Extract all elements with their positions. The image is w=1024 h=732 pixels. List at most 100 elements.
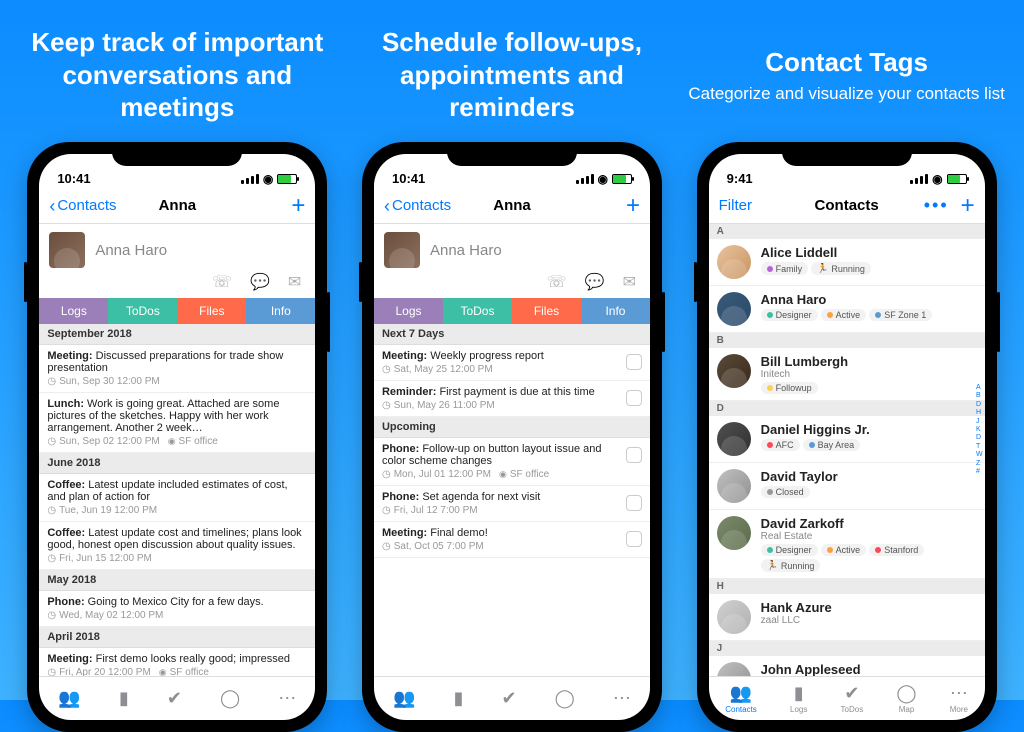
log-entry[interactable]: Coffee: Latest update included estimates… [39,474,315,522]
phone-icon[interactable]: ☏ [212,272,232,292]
todo-entry[interactable]: Reminder: First payment is due at this t… [374,381,650,417]
tabbar-more[interactable]: ⋯ [613,688,631,709]
tab-info[interactable]: Info [246,298,315,324]
log-entry[interactable]: Lunch: Work is going great. Attached are… [39,393,315,453]
todo-entry[interactable]: Phone: Follow-up on button layout issue … [374,438,650,486]
tabbar-logs[interactable]: ▮ [119,688,129,709]
todo-entry[interactable]: Phone: Set agenda for next visit Fri, Ju… [374,486,650,522]
doc-icon: ▮ [119,688,129,709]
section-header: Next 7 Days [374,324,650,345]
phone-frame: 9:41 ◉ Filter Contacts ••• + AAlice Lidd… [697,142,997,732]
index-letter: D [709,401,985,416]
contact-row[interactable]: John Appleseed- Senior Manager [709,656,985,676]
contact-tag: Designer [761,309,818,321]
back-button[interactable]: ‹Contacts [49,197,116,215]
subhead-3: Categorize and visualize your contacts l… [688,83,1005,104]
contact-row[interactable]: Hank Azurezaal LLC [709,594,985,641]
avatar [717,662,751,676]
phone-icon[interactable]: ☏ [547,272,567,292]
chat-icon[interactable]: 💬 [250,272,270,292]
screenshot-panel-1: Keep track of important conversations an… [17,20,337,732]
tabbar-more[interactable]: ⋯More [950,683,968,714]
segment-tabs: Logs ToDos Files Info [39,298,315,324]
contact-row[interactable]: Anna HaroDesignerActiveSF Zone 1 [709,286,985,333]
status-time: 10:41 [392,171,425,186]
log-entry[interactable]: Meeting: First demo looks really good; i… [39,648,315,676]
avatar [717,354,751,388]
mail-icon[interactable]: ✉ [623,272,636,292]
contact-row[interactable]: David TaylorClosed [709,463,985,510]
contact-header[interactable]: Anna Haro [374,224,650,272]
checkbox[interactable] [626,390,642,406]
avatar [717,292,751,326]
tab-files[interactable]: Files [512,298,581,324]
back-button[interactable]: ‹Contacts [384,197,451,215]
tabbar-more[interactable]: ⋯ [278,688,296,709]
contact-row[interactable]: David ZarkoffReal EstateDesignerActiveSt… [709,510,985,579]
add-button[interactable]: + [626,192,640,220]
tabbar-contacts[interactable]: 👥Contacts [725,683,757,714]
tabbar-logs[interactable]: ▮Logs [790,683,807,714]
checkbox[interactable] [626,447,642,463]
tab-todos[interactable]: ToDos [108,298,177,324]
tab-bar: 👥 ▮ ✔ ◯ ⋯ [39,676,315,720]
filter-button[interactable]: Filter [719,197,752,214]
contact-name: Anna Haro [430,242,502,259]
nav-title: Anna [493,197,531,214]
tab-todos[interactable]: ToDos [443,298,512,324]
log-entry[interactable]: Coffee: Latest update cost and timelines… [39,522,315,570]
tabbar-contacts[interactable]: 👥 [393,688,415,709]
tabbar-todos[interactable]: ✔ [167,688,182,709]
tab-logs[interactable]: Logs [39,298,108,324]
contact-tag: Closed [761,486,810,498]
logs-list[interactable]: September 2018Meeting: Discussed prepara… [39,324,315,676]
index-letter: H [709,579,985,594]
contact-tag: Followup [761,382,818,394]
screenshot-panel-3: Contact Tags Categorize and visualize yo… [687,20,1007,732]
headline-1: Keep track of important conversations an… [17,26,337,124]
contact-tag: Active [821,544,867,556]
todo-entry[interactable]: Meeting: Final demo! Sat, Oct 05 7:00 PM [374,522,650,558]
checkbox[interactable] [626,531,642,547]
chevron-left-icon: ‹ [384,197,390,215]
tab-logs[interactable]: Logs [374,298,443,324]
contact-header[interactable]: Anna Haro [39,224,315,272]
contact-tag: Family [761,262,809,275]
section-header: Upcoming [374,417,650,438]
tabbar-logs[interactable]: ▮ [454,688,464,709]
contact-row[interactable]: Daniel Higgins Jr.AFCBay Area [709,416,985,463]
more-button[interactable]: ••• [924,195,949,216]
contacts-list[interactable]: AAlice LiddellFamilyRunningAnna HaroDesi… [709,224,985,676]
log-entry[interactable]: Phone: Going to Mexico City for a few da… [39,591,315,627]
log-entry[interactable]: Meeting: Discussed preparations for trad… [39,345,315,393]
alpha-index[interactable]: ABDHJKDTWZ# [976,384,983,476]
index-letter: A [709,224,985,239]
index-letter: B [709,333,985,348]
mail-icon[interactable]: ✉ [288,272,301,292]
checkbox[interactable] [626,354,642,370]
todos-list[interactable]: Next 7 DaysMeeting: Weekly progress repo… [374,324,650,676]
section-header: May 2018 [39,570,315,591]
comm-icons: ☏ 💬 ✉ [39,272,315,298]
todo-entry[interactable]: Meeting: Weekly progress report Sat, May… [374,345,650,381]
tabbar-map[interactable]: ◯Map [896,683,916,714]
headline-3: Contact Tags [688,46,1005,79]
tabbar-contacts[interactable]: 👥 [58,688,80,709]
add-button[interactable]: + [291,192,305,220]
tabbar-map[interactable]: ◯ [555,688,575,709]
tabbar-todos[interactable]: ✔ [502,688,517,709]
section-header: September 2018 [39,324,315,345]
headline-2: Schedule follow-ups, appointments and re… [352,26,672,124]
tabbar-map[interactable]: ◯ [220,688,240,709]
contact-row[interactable]: Alice LiddellFamilyRunning [709,239,985,286]
checkbox[interactable] [626,495,642,511]
check-icon: ✔ [167,688,182,709]
tab-files[interactable]: Files [177,298,246,324]
chat-icon[interactable]: 💬 [585,272,605,292]
add-button[interactable]: + [961,192,975,220]
contact-row[interactable]: Bill LumberghInitechFollowup [709,348,985,401]
contact-tag: Active [821,309,867,321]
tab-info[interactable]: Info [581,298,650,324]
tabbar-todos[interactable]: ✔ToDos [841,683,864,714]
status-time: 10:41 [57,171,90,186]
